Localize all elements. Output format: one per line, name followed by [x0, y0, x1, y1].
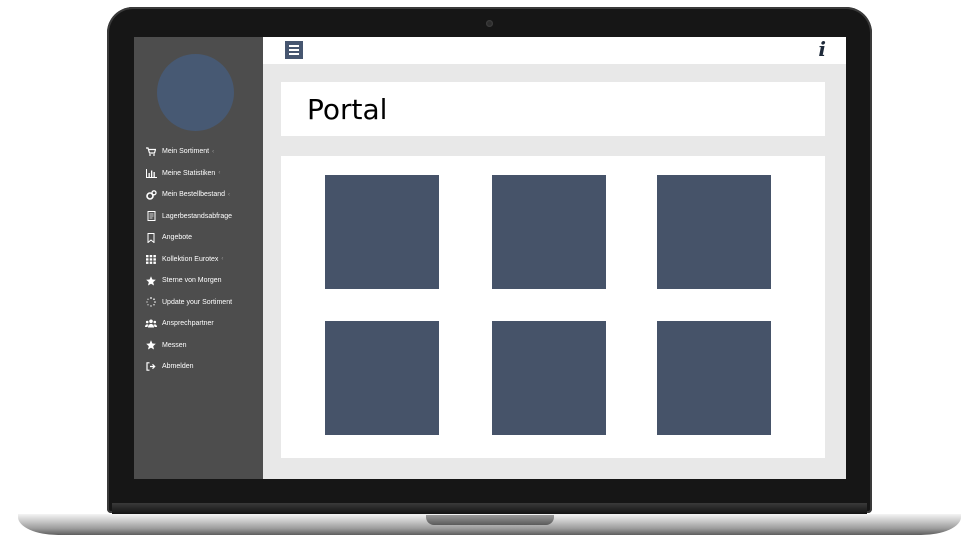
sidebar-item-label: Kollektion Eurotex	[162, 255, 219, 263]
tile-5[interactable]	[492, 321, 606, 435]
users-icon	[145, 319, 157, 329]
hamburger-line	[289, 45, 299, 47]
sidebar-item-mein-sortiment[interactable]: Mein Sortiment ‹	[134, 141, 263, 163]
tile-6[interactable]	[657, 321, 771, 435]
avatar[interactable]	[157, 54, 234, 131]
page-title: Portal	[307, 93, 388, 126]
sidebar-item-label: Angebote	[162, 234, 192, 242]
screen: Mein Sortiment ‹ Meine Statistiken ‹ Mein Be…	[134, 37, 846, 479]
star-icon	[145, 340, 157, 350]
sidebar-item-messen[interactable]: Messen	[134, 335, 263, 357]
cogs-icon	[145, 189, 157, 200]
document-icon	[145, 211, 157, 222]
sidebar-item-sterne-von-morgen[interactable]: Sterne von Morgen	[134, 270, 263, 292]
tile-2[interactable]	[492, 175, 606, 289]
sidebar-item-label: Messen	[162, 341, 187, 349]
sidebar-item-angebote[interactable]: Angebote	[134, 227, 263, 249]
tile-grid	[281, 156, 825, 458]
sidebar-item-label: Ansprechpartner	[162, 320, 214, 328]
sidebar-item-update-your-sortiment[interactable]: Update your Sortiment	[134, 292, 263, 314]
sidebar-item-label: Mein Sortiment	[162, 148, 210, 156]
sidebar-item-label: Abmelden	[162, 363, 194, 371]
hamburger-line	[289, 49, 299, 51]
tile-3[interactable]	[657, 175, 771, 289]
sidebar-item-lagerbestandsabfrage[interactable]: Lagerbestandsabfrage	[134, 206, 263, 228]
sidebar-item-abmelden[interactable]: Abmelden	[134, 356, 263, 378]
chevron-left-icon: ‹	[218, 170, 221, 177]
webcam	[486, 20, 493, 27]
sidebar-item-kollektion-eurotex[interactable]: Kollektion Eurotex ‹	[134, 249, 263, 271]
sign-out-icon	[145, 362, 157, 372]
cart-icon	[145, 147, 157, 157]
bar-chart-icon	[145, 168, 157, 178]
sidebar-nav: Mein Sortiment ‹ Meine Statistiken ‹ Mein Be…	[134, 141, 263, 378]
title-card: Portal	[281, 82, 825, 136]
bookmark-icon	[145, 232, 157, 243]
sidebar-item-ansprechpartner[interactable]: Ansprechpartner	[134, 313, 263, 335]
sidebar-item-meine-statistiken[interactable]: Meine Statistiken ‹	[134, 163, 263, 185]
grid-icon	[145, 254, 157, 264]
spinner-icon	[145, 297, 157, 307]
tile-1[interactable]	[325, 175, 439, 289]
sidebar-item-label: Meine Statistiken	[162, 169, 216, 177]
tile-4[interactable]	[325, 321, 439, 435]
menu-toggle-button[interactable]	[285, 41, 303, 59]
sidebar-item-label: Update your Sortiment	[162, 298, 233, 306]
chevron-left-icon: ‹	[228, 191, 231, 198]
chevron-left-icon: ‹	[221, 256, 224, 263]
sidebar-item-label: Sterne von Morgen	[162, 277, 222, 285]
laptop-opening-notch	[426, 515, 554, 525]
sidebar-item-label: Lagerbestandsabfrage	[162, 212, 233, 220]
hamburger-line	[289, 53, 299, 55]
sidebar-item-mein-bestellbestand[interactable]: Mein Bestellbestand ‹	[134, 184, 263, 206]
info-icon[interactable]: i	[818, 37, 826, 61]
top-bar: i	[263, 37, 846, 64]
sidebar: Mein Sortiment ‹ Meine Statistiken ‹ Mein Be…	[134, 37, 263, 479]
sidebar-item-label: Mein Bestellbestand	[162, 191, 226, 199]
star-icon	[145, 276, 157, 286]
chevron-left-icon: ‹	[212, 148, 215, 155]
